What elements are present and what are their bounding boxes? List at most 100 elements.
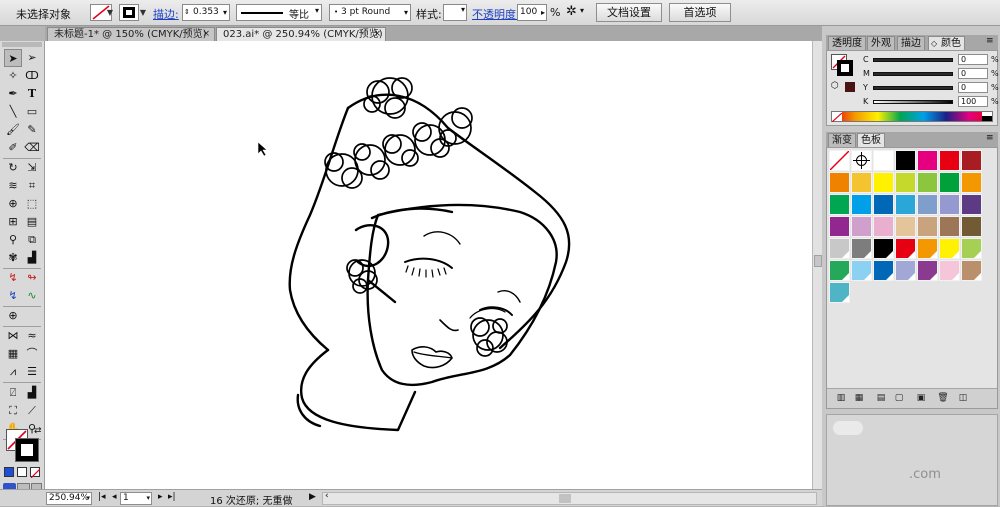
opacity-label[interactable]: 不透明度: <box>472 6 520 22</box>
k-value-field[interactable]: 100 <box>958 96 988 107</box>
close-icon[interactable]: × <box>202 28 210 41</box>
panel-grip[interactable] <box>2 42 42 47</box>
swatch[interactable] <box>961 150 982 171</box>
swatch[interactable] <box>939 238 960 259</box>
brush-definition[interactable]: • 3 pt Round ▾ <box>329 4 411 21</box>
tab-swatches[interactable]: 色板 <box>857 133 885 147</box>
swatch[interactable] <box>873 238 894 259</box>
color-spectrum-bar[interactable] <box>831 111 993 123</box>
swatch[interactable] <box>895 150 916 171</box>
zoom-field[interactable]: 250.94% ▾ <box>46 492 92 505</box>
wave-tool-icon[interactable]: ≈ <box>23 327 41 345</box>
swatch[interactable] <box>829 260 850 281</box>
status-menu-icon[interactable]: ▶ <box>309 492 316 502</box>
next-page-icon[interactable]: ▸ <box>158 492 163 502</box>
swatch[interactable] <box>961 194 982 215</box>
swatch-registration[interactable] <box>851 150 872 171</box>
swatch[interactable] <box>917 216 938 237</box>
panel-menu-icon[interactable]: ≡ <box>986 133 994 143</box>
stepper-icon[interactable]: ⇕ <box>184 5 190 20</box>
first-page-icon[interactable]: |◂ <box>98 492 106 502</box>
pencil-tool-icon[interactable]: ✎ <box>23 121 41 139</box>
scale-tool-icon[interactable]: ⇲ <box>23 159 41 177</box>
last-page-icon[interactable]: ▸| <box>168 492 176 502</box>
tab-023-ai[interactable]: 023.ai* @ 250.94% (CMYK/预览) × <box>216 27 386 41</box>
perspective-grid-tool-icon[interactable]: ⊞ <box>4 213 22 231</box>
tab-transparency[interactable]: 透明度 <box>828 36 866 50</box>
slider-y[interactable]: Y 0 % <box>859 82 999 94</box>
slice-tool-icon[interactable]: ⍁ <box>4 384 22 402</box>
swatch[interactable] <box>851 172 872 193</box>
m-value-field[interactable]: 0 <box>958 68 988 79</box>
slider-m[interactable]: M 0 % <box>859 68 999 80</box>
show-kinds-icon[interactable]: ▦ <box>853 393 865 403</box>
type-tool-icon[interactable]: T <box>23 85 41 103</box>
chevron-right-icon[interactable]: ▸ <box>541 5 545 20</box>
swatch[interactable] <box>873 194 894 215</box>
swatch[interactable] <box>939 150 960 171</box>
swatch[interactable] <box>851 194 872 215</box>
rectangle-tool-icon[interactable]: ▭ <box>23 103 41 121</box>
knife-tool-icon[interactable]: ⟋ <box>23 402 41 420</box>
stroke-swatch[interactable] <box>119 4 139 21</box>
width-tool-red-icon[interactable]: ↯ <box>4 269 22 287</box>
tab-appearance[interactable]: 外观 <box>867 36 895 50</box>
swatch-library-icon[interactable]: ▥ <box>835 393 847 403</box>
tab-stroke[interactable]: 描边 <box>897 36 925 50</box>
lasso-tool-icon[interactable]: ↀ <box>23 67 41 85</box>
swatch[interactable] <box>961 172 982 193</box>
warp-tool-icon[interactable]: ≋ <box>4 177 22 195</box>
selection-tool-icon[interactable]: ➤ <box>4 49 22 67</box>
line-tool-icon[interactable]: ╲ <box>4 103 22 121</box>
swatch[interactable] <box>873 150 894 171</box>
swatch-none[interactable] <box>829 150 850 171</box>
swatch[interactable] <box>961 260 982 281</box>
swatch-extra-icon[interactable]: ◫ <box>957 393 969 403</box>
symbol-sprayer-tool-icon[interactable]: ✾ <box>4 249 22 267</box>
recolor-artwork-icon[interactable]: ✲ <box>566 4 577 19</box>
delete-swatch-icon[interactable]: 🗑 <box>937 393 949 403</box>
chevron-down-icon[interactable]: ▾ <box>223 5 227 20</box>
stroke-dropdown-icon[interactable]: ▼ <box>137 4 149 21</box>
artboard-canvas[interactable] <box>45 41 812 489</box>
magic-wand-tool-icon[interactable]: ✧ <box>4 67 22 85</box>
new-swatch-icon[interactable]: ▣ <box>915 393 927 403</box>
graph-tool-icon[interactable]: ▟ <box>23 249 41 267</box>
gamut-swatch[interactable] <box>845 82 855 92</box>
slider-c[interactable]: C 0 % <box>859 54 999 66</box>
horizontal-scrollbar[interactable]: ‹ <box>322 491 817 505</box>
y-value-field[interactable]: 0 <box>958 82 988 93</box>
slider-track[interactable] <box>873 86 953 90</box>
stroke-color-box[interactable] <box>15 438 39 462</box>
graphic-style-swatch[interactable]: ▾ <box>443 4 467 21</box>
swatch[interactable] <box>895 194 916 215</box>
page-field[interactable]: 1 ▾ <box>120 492 152 505</box>
envelope-tool-icon[interactable]: ⌒ <box>23 345 41 363</box>
rotate-tool-icon[interactable]: ↻ <box>4 159 22 177</box>
swatch[interactable] <box>829 194 850 215</box>
mesh-tool-icon[interactable]: ▦ <box>4 345 22 363</box>
c-value-field[interactable]: 0 <box>958 54 988 65</box>
chevron-down-icon[interactable]: ▾ <box>315 6 319 15</box>
vertical-scrollbar[interactable] <box>812 41 822 489</box>
eyedropper-tool-icon[interactable]: ⚲ <box>4 231 22 249</box>
swatch[interactable] <box>939 172 960 193</box>
swatch[interactable] <box>851 216 872 237</box>
stroke-label[interactable]: 描边: <box>153 6 179 22</box>
swatch[interactable] <box>961 238 982 259</box>
swatch[interactable] <box>917 172 938 193</box>
chevron-down-icon[interactable]: ▾ <box>86 493 90 504</box>
horizontal-scroll-thumb[interactable] <box>559 494 571 503</box>
document-setup-button[interactable]: 文档设置 <box>596 3 662 22</box>
swatch[interactable] <box>961 216 982 237</box>
chevron-down-icon[interactable]: ▾ <box>461 5 465 14</box>
artboard-tool-icon[interactable]: ⋈ <box>4 327 22 345</box>
curve-tool-green-icon[interactable]: ∿ <box>23 287 41 305</box>
slider-track[interactable] <box>873 72 953 76</box>
swatch[interactable] <box>917 260 938 281</box>
chevron-down-icon[interactable]: ▾ <box>404 5 408 20</box>
fill-dropdown-icon[interactable]: ▼ <box>104 4 116 21</box>
swatch[interactable] <box>873 260 894 281</box>
swatch[interactable] <box>851 260 872 281</box>
swatch[interactable] <box>873 172 894 193</box>
